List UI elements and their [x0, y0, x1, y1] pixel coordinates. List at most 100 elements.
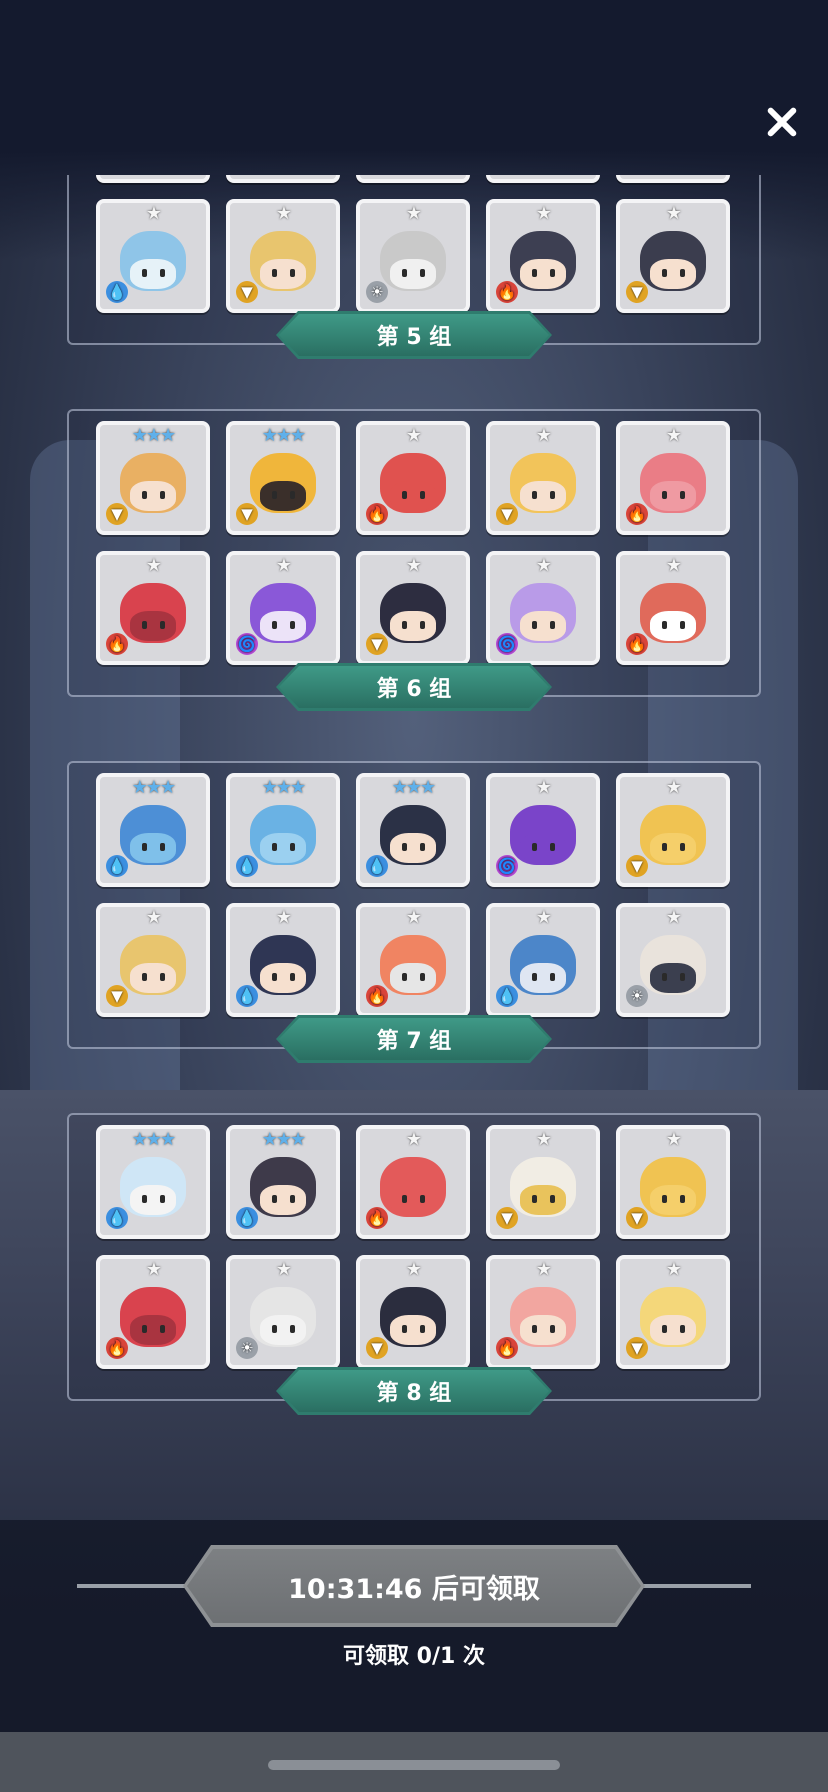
hero-card[interactable]: ★ ▼: [486, 421, 600, 535]
hero-face: [650, 1185, 696, 1215]
hero-card[interactable]: ★ ☀: [356, 199, 470, 313]
earth-element-icon: ▼: [626, 1207, 648, 1229]
star-rating: ★★★: [391, 777, 436, 798]
hero-card[interactable]: ★ 🔥: [96, 551, 210, 665]
hero-eye: [420, 843, 425, 851]
star-rating: ★: [405, 1259, 422, 1280]
dark-element-icon: 🌀: [236, 633, 258, 655]
hero-face: [130, 481, 176, 511]
hero-card[interactable]: ★ 🔥: [616, 421, 730, 535]
hero-eye: [532, 491, 537, 499]
group-list[interactable]: 🔥🔥🔥▼🔥★💧★▼★☀★🔥★▼第 5 组★★★▼★★★▼★🔥★▼★🔥★🔥★🌀★▼…: [0, 175, 828, 1515]
hero-card[interactable]: ★ ▼: [616, 773, 730, 887]
hero-eye: [272, 491, 277, 499]
earth-element-icon: ▼: [366, 1337, 388, 1359]
claim-button[interactable]: 10:31:46 后可领取: [183, 1545, 645, 1627]
star-rating: ★: [275, 203, 292, 224]
claim-button-label: 10:31:46 后可领取: [288, 1573, 540, 1605]
hero-eye: [662, 1195, 667, 1203]
star-rating: ★: [665, 777, 682, 798]
fire-element-icon: 🔥: [366, 1207, 388, 1229]
hero-card[interactable]: ★★★ 💧: [226, 1125, 340, 1239]
hero-eye: [272, 843, 277, 851]
hero-eye: [402, 1325, 407, 1333]
hero-face: [520, 1315, 566, 1345]
hero-card[interactable]: ★ 🔥: [356, 1125, 470, 1239]
hero-eye: [680, 843, 685, 851]
hero-eye: [532, 843, 537, 851]
hero-card[interactable]: ★ 🔥: [356, 903, 470, 1017]
hero-eye: [420, 1325, 425, 1333]
star-rating: ★★★: [261, 777, 306, 798]
hero-card[interactable]: ★★★ 💧: [356, 773, 470, 887]
hero-eye: [532, 621, 537, 629]
earth-element-icon: ▼: [106, 985, 128, 1007]
hero-eye: [680, 491, 685, 499]
earth-element-icon: ▼: [236, 503, 258, 525]
hero-card[interactable]: ★ 🌀: [486, 551, 600, 665]
hero-card[interactable]: ★★★ 💧: [96, 1125, 210, 1239]
hero-face: [130, 963, 176, 993]
hero-card[interactable]: ★★★ 💧: [226, 773, 340, 887]
hero-face: [260, 481, 306, 511]
earth-element-icon: ▼: [496, 503, 518, 525]
hero-eye: [550, 269, 555, 277]
hero-card[interactable]: ★ ▼: [616, 1255, 730, 1369]
hero-card[interactable]: 🔥: [616, 175, 730, 183]
hero-grid: ★★★ 💧 ★★★ 💧 ★ 🔥 ★ ▼ ★ ▼ ★ 🔥 ★ ☀ ★ ▼ ★ 🔥 ★ ▼: [96, 1125, 730, 1369]
hero-card[interactable]: 🔥: [96, 175, 210, 183]
hero-card[interactable]: ★ ▼: [616, 199, 730, 313]
star-rating: ★: [535, 555, 552, 576]
hero-face: [520, 833, 566, 863]
hero-card[interactable]: ★ ☀: [226, 1255, 340, 1369]
hero-eye: [160, 269, 165, 277]
hero-card[interactable]: ★ 🔥: [356, 421, 470, 535]
close-icon[interactable]: [760, 100, 804, 144]
hero-card[interactable]: ★★★ ▼: [226, 421, 340, 535]
hero-eye: [402, 973, 407, 981]
hero-card[interactable]: ★ 💧: [226, 903, 340, 1017]
hero-eye: [160, 1325, 165, 1333]
hero-eye: [662, 621, 667, 629]
hero-face: [390, 963, 436, 993]
hero-card[interactable]: ★ ▼: [486, 1125, 600, 1239]
hero-eye: [142, 621, 147, 629]
hero-eye: [662, 843, 667, 851]
hero-card[interactable]: ★★★ ▼: [96, 421, 210, 535]
hero-eye: [142, 973, 147, 981]
hero-eye: [550, 1195, 555, 1203]
hero-card[interactable]: ★ 🔥: [486, 1255, 600, 1369]
star-rating: ★: [535, 777, 552, 798]
water-element-icon: 💧: [236, 1207, 258, 1229]
home-indicator[interactable]: [268, 1760, 560, 1770]
star-rating: ★: [665, 555, 682, 576]
hero-card[interactable]: ★ 🔥: [486, 199, 600, 313]
dark-element-icon: 🌀: [496, 633, 518, 655]
hero-card[interactable]: ★ 🔥: [96, 1255, 210, 1369]
hero-card[interactable]: ★ 🌀: [486, 773, 600, 887]
hero-card[interactable]: ★ ☀: [616, 903, 730, 1017]
hero-card[interactable]: ★ ▼: [616, 1125, 730, 1239]
hero-card[interactable]: ★ 💧: [96, 199, 210, 313]
hero-face: [650, 833, 696, 863]
hero-card[interactable]: ★ 🔥: [616, 551, 730, 665]
hero-card[interactable]: 🔥: [356, 175, 470, 183]
hero-eye: [272, 269, 277, 277]
hero-card[interactable]: ★ ▼: [96, 903, 210, 1017]
hero-card[interactable]: ★ ▼: [356, 1255, 470, 1369]
star-rating: ★★★: [261, 1129, 306, 1150]
hero-card[interactable]: ▼: [486, 175, 600, 183]
hero-eye: [160, 973, 165, 981]
hero-card[interactable]: ★ 🌀: [226, 551, 340, 665]
hero-eye: [290, 491, 295, 499]
hero-card[interactable]: ★ ▼: [226, 199, 340, 313]
hero-card[interactable]: 🔥: [226, 175, 340, 183]
hero-card[interactable]: ★★★ 💧: [96, 773, 210, 887]
hero-card[interactable]: ★ ▼: [356, 551, 470, 665]
hero-eye: [290, 973, 295, 981]
hero-card[interactable]: ★ 💧: [486, 903, 600, 1017]
group-label-text: 第 7 组: [376, 1029, 452, 1054]
hero-eye: [680, 269, 685, 277]
hero-face: [520, 259, 566, 289]
group-label: 第 7 组: [276, 1015, 552, 1063]
